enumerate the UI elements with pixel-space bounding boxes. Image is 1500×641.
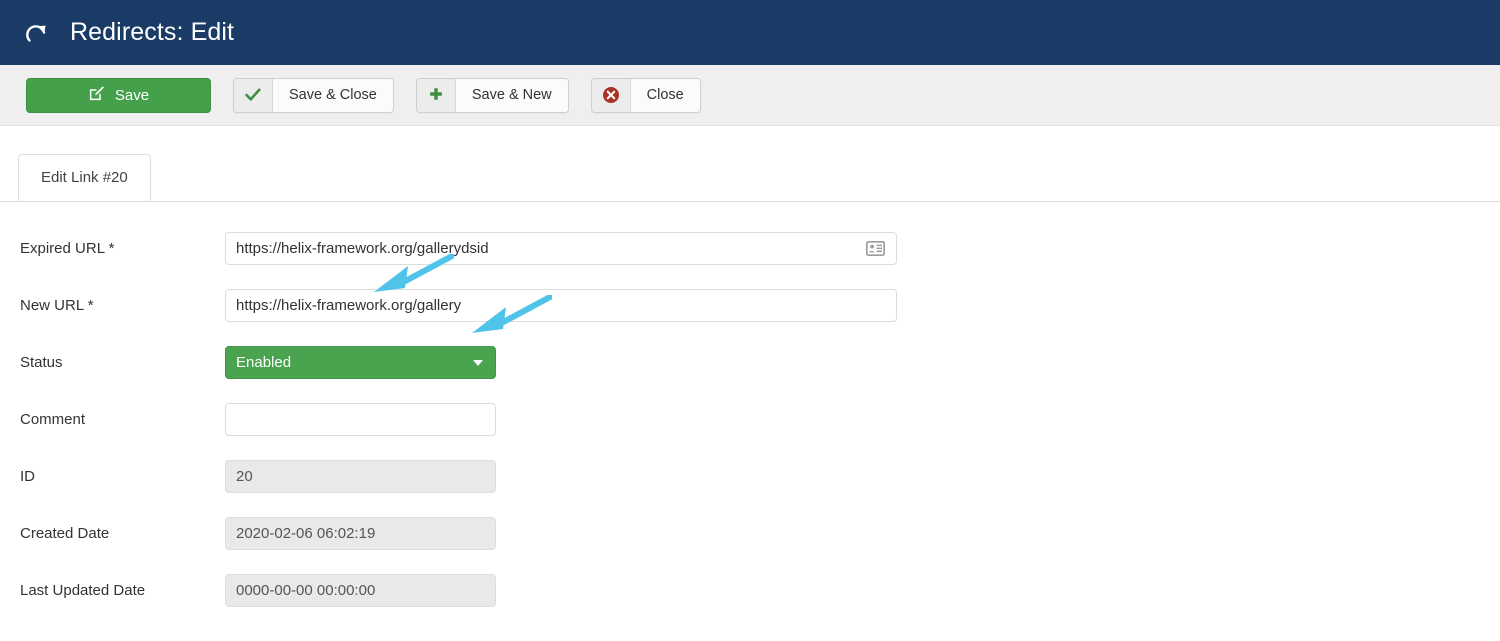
form-row-status: Status Enabled <box>0 334 1500 391</box>
label-expired-url: Expired URL * <box>20 240 115 257</box>
label-comment: Comment <box>20 411 86 428</box>
field-wrap-new-url: https://helix-framework.org/gallery <box>225 289 897 322</box>
form-row-comment: Comment <box>0 391 1500 448</box>
redo-arrow-icon <box>22 18 52 48</box>
save-button[interactable]: Save <box>26 77 211 113</box>
tab-bar: Edit Link #20 <box>0 154 1500 202</box>
form-row-id: ID 20 <box>0 448 1500 505</box>
close-circle-icon <box>591 78 631 112</box>
save-and-new-button[interactable]: Save & New <box>415 77 569 113</box>
field-wrap-created-date: 2020-02-06 06:02:19 <box>225 517 496 550</box>
contact-card-icon[interactable] <box>865 241 885 257</box>
label-new-url: New URL * <box>20 297 94 314</box>
close-button[interactable]: Close <box>590 77 701 113</box>
tab-edit-link-label: Edit Link #20 <box>41 169 128 186</box>
label-created-date: Created Date <box>20 525 110 542</box>
comment-input[interactable] <box>225 403 496 436</box>
edit-pencil-icon <box>88 85 105 106</box>
status-select[interactable]: Enabled <box>225 346 496 379</box>
label-status: Status <box>20 354 63 371</box>
plus-icon <box>416 78 456 112</box>
edit-form: Expired URL * https://helix-framework.or… <box>0 202 1500 619</box>
id-input: 20 <box>225 460 496 493</box>
status-select-value: Enabled <box>236 354 292 371</box>
field-wrap-last-updated-date: 0000-00-00 00:00:00 <box>225 574 496 607</box>
new-url-input[interactable]: https://helix-framework.org/gallery <box>225 289 897 322</box>
save-button-label: Save <box>114 86 150 104</box>
field-wrap-comment <box>225 403 496 436</box>
label-id: ID <box>20 468 35 485</box>
form-row-new-url: New URL * https://helix-framework.org/ga… <box>0 277 1500 334</box>
close-button-label: Close <box>630 78 700 112</box>
page-header: Redirects: Edit <box>0 0 1500 65</box>
field-wrap-status: Enabled <box>225 346 496 379</box>
last-updated-date-input: 0000-00-00 00:00:00 <box>225 574 496 607</box>
toolbar: Save Save & Close Save & New Close <box>0 65 1500 126</box>
save-and-close-button[interactable]: Save & Close <box>233 77 394 113</box>
tab-edit-link[interactable]: Edit Link #20 <box>18 154 151 201</box>
chevron-down-icon <box>473 359 483 366</box>
form-row-created-date: Created Date 2020-02-06 06:02:19 <box>0 505 1500 562</box>
expired-url-input[interactable]: https://helix-framework.org/gallerydsid <box>225 232 897 265</box>
label-last-updated-date: Last Updated Date <box>20 582 146 599</box>
field-wrap-expired-url: https://helix-framework.org/gallerydsid <box>225 232 897 265</box>
save-and-new-label: Save & New <box>455 78 568 112</box>
form-row-last-updated-date: Last Updated Date 0000-00-00 00:00:00 <box>0 562 1500 619</box>
check-icon <box>234 78 273 112</box>
save-and-close-label: Save & Close <box>273 78 393 112</box>
created-date-input: 2020-02-06 06:02:19 <box>225 517 496 550</box>
page-title: Redirects: Edit <box>70 18 235 46</box>
field-wrap-id: 20 <box>225 460 496 493</box>
form-row-expired-url: Expired URL * https://helix-framework.or… <box>0 220 1500 277</box>
